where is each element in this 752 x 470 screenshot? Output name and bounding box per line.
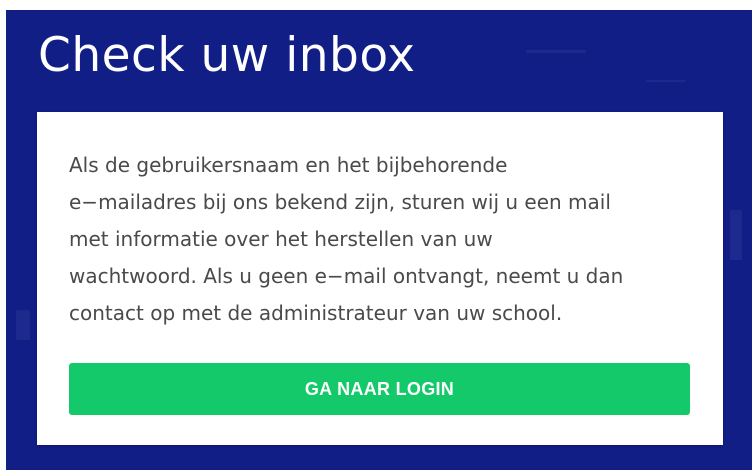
background-texture [730,210,742,260]
screen: Check uw inbox Als de gebruikersnaam en … [0,0,752,470]
background-texture [646,80,686,82]
page-title: Check uw inbox [38,28,416,83]
message-line: Als de gebruikersnaam en het bijbehorend… [69,153,508,177]
message-line: e−mailadres bij ons bekend zijn, sturen … [69,190,611,214]
go-to-login-button[interactable]: GA NAAR LOGIN [69,363,690,415]
background-texture [16,310,30,340]
message-line: contact op met de administrateur van uw … [69,301,563,325]
blue-panel: Check uw inbox Als de gebruikersnaam en … [6,10,752,470]
info-message: Als de gebruikersnaam en het bijbehorend… [69,147,694,332]
message-line: wachtwoord. Als u geen e−mail ontvangt, … [69,264,624,288]
background-texture [526,50,586,53]
message-line: met informatie over het herstellen van u… [69,227,493,251]
message-card: Als de gebruikersnaam en het bijbehorend… [37,112,723,445]
